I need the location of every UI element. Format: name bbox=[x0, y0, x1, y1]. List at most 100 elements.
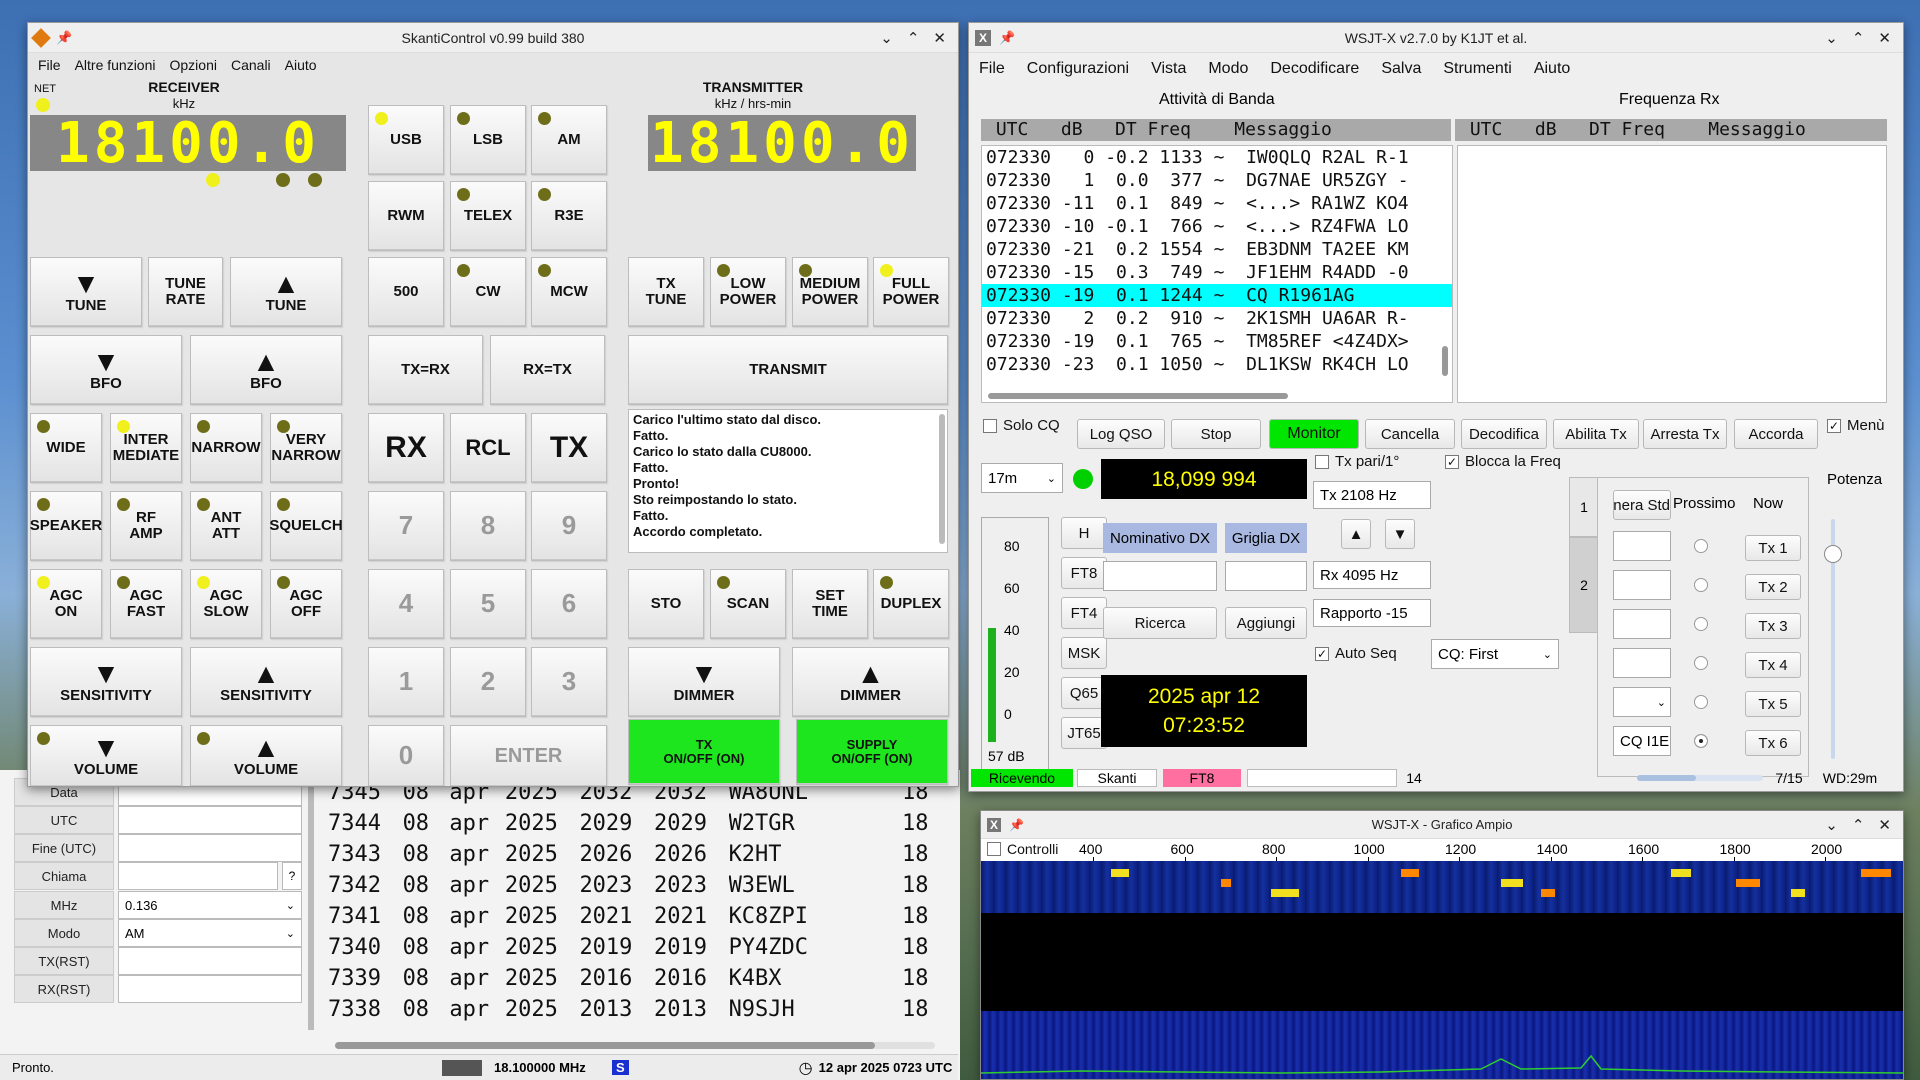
sensitivity-up-button[interactable]: ▲ SENSITIVITY bbox=[190, 647, 342, 717]
decode-row[interactable]: 072330 2 0.2 910 ~ 2K1SMH UA6AR R- bbox=[982, 307, 1452, 330]
decodifica-button[interactable]: Decodifica bbox=[1461, 419, 1547, 449]
pin-icon[interactable]: 📌 bbox=[1009, 818, 1024, 832]
field-input[interactable] bbox=[118, 975, 302, 1003]
tx-button[interactable]: TX bbox=[531, 413, 607, 483]
decode-row[interactable]: 072330 0 -0.2 1133 ~ IW0QLQ R2AL R-1 bbox=[982, 146, 1452, 169]
bfo-up-button[interactable]: ▲ BFO bbox=[190, 335, 342, 405]
table-row[interactable]: 7339 08 apr 2025 2016 2016 K4BX 18 bbox=[328, 966, 928, 997]
solo-cq-checkbox[interactable]: Solo CQ bbox=[983, 417, 1060, 434]
tx-now-button[interactable]: Tx 4 bbox=[1745, 652, 1801, 678]
horizontal-scrollbar[interactable] bbox=[335, 1042, 935, 1049]
duplex-button[interactable]: DUPLEX bbox=[873, 569, 949, 639]
maximize-icon[interactable]: ⌃ bbox=[907, 29, 920, 47]
next-radio[interactable] bbox=[1694, 578, 1708, 592]
chevron-down-icon[interactable]: ⌄ bbox=[286, 927, 295, 940]
set-time-button[interactable]: SET TIME bbox=[792, 569, 868, 639]
table-row[interactable]: 7344 08 apr 2025 2029 2029 W2TGR 18 bbox=[328, 811, 928, 842]
agc-fast-button[interactable]: AGC FAST bbox=[110, 569, 182, 639]
tune-rate-button[interactable]: TUNE RATE bbox=[148, 257, 223, 327]
griglia-dx-input[interactable] bbox=[1225, 561, 1307, 591]
horizontal-scrollbar[interactable] bbox=[988, 393, 1288, 399]
arrow-down-icon[interactable]: ▼ bbox=[1385, 519, 1415, 549]
menu-checkbox[interactable]: ✓ Menù bbox=[1827, 417, 1885, 434]
decode-row[interactable]: 072330 -10 -0.1 766 ~ <...> RZ4FWA LO bbox=[982, 215, 1452, 238]
stop-button[interactable]: Stop bbox=[1171, 419, 1261, 449]
filter-500-button[interactable]: 500 bbox=[368, 257, 444, 327]
next-radio[interactable] bbox=[1694, 695, 1708, 709]
volume-down-button[interactable]: ▼ VOLUME bbox=[30, 725, 182, 786]
very-narrow-button[interactable]: VERY NARROW bbox=[270, 413, 342, 483]
next-radio[interactable] bbox=[1694, 617, 1708, 631]
ricerca-button[interactable]: Ricerca bbox=[1103, 607, 1217, 639]
speaker-button[interactable]: SPEAKER bbox=[30, 491, 102, 561]
key-5[interactable]: 5 bbox=[450, 569, 526, 639]
squelch-button[interactable]: SQUELCH bbox=[269, 491, 343, 561]
tune-down-button[interactable]: ▼ TUNE bbox=[30, 257, 142, 327]
tx-message-input[interactable] bbox=[1613, 570, 1671, 600]
rf-amp-button[interactable]: RF AMP bbox=[110, 491, 182, 561]
genera-std-button[interactable]: Genera Std bbox=[1613, 490, 1671, 520]
am-button[interactable]: AM bbox=[531, 105, 607, 175]
tx-message-input[interactable]: ⌄ bbox=[1613, 687, 1671, 717]
rx-frequency-list[interactable] bbox=[1457, 145, 1887, 403]
cq-first-select[interactable]: CQ: First ⌄ bbox=[1431, 639, 1559, 669]
key-0[interactable]: 0 bbox=[368, 725, 444, 786]
agc-slow-button[interactable]: AGC SLOW bbox=[190, 569, 262, 639]
decode-row[interactable]: 072330 -15 0.3 749 ~ JF1EHM R4ADD -0 bbox=[982, 261, 1452, 284]
aggiungi-button[interactable]: Aggiungi bbox=[1225, 607, 1307, 639]
controlli-checkbox[interactable]: Controlli bbox=[987, 841, 1058, 857]
r3e-button[interactable]: R3E bbox=[531, 181, 607, 251]
tab-1[interactable]: 1 bbox=[1569, 477, 1599, 537]
vertical-scrollbar[interactable] bbox=[939, 414, 945, 544]
tx-now-button[interactable]: Tx 2 bbox=[1745, 574, 1801, 600]
splitter[interactable] bbox=[308, 780, 314, 1030]
supply-onoff-button[interactable]: SUPPLY ON/OFF (ON) bbox=[796, 719, 948, 785]
table-row[interactable]: 7338 08 apr 2025 2013 2013 N9SJH 18 bbox=[328, 997, 928, 1028]
band-activity-list[interactable]: 072330 0 -0.2 1133 ~ IW0QLQ R2AL R-1 0723… bbox=[981, 145, 1453, 403]
tx-now-button[interactable]: Tx 6 bbox=[1745, 730, 1801, 756]
mode-button[interactable]: FT4 bbox=[1061, 597, 1107, 629]
rwm-button[interactable]: RWM bbox=[368, 181, 444, 251]
tx-message-input[interactable] bbox=[1613, 531, 1671, 561]
bfo-down-button[interactable]: ▼ BFO bbox=[30, 335, 182, 405]
volume-up-button[interactable]: ▲ VOLUME bbox=[190, 725, 342, 786]
table-row[interactable]: 7341 08 apr 2025 2021 2021 KC8ZPI 18 bbox=[328, 904, 928, 935]
tx-now-button[interactable]: Tx 3 bbox=[1745, 613, 1801, 639]
waterfall[interactable] bbox=[981, 861, 1903, 913]
decode-row[interactable]: 072330 -19 0.1 1244 ~ CQ R1961AG bbox=[982, 284, 1452, 307]
scan-button[interactable]: SCAN bbox=[710, 569, 786, 639]
intermediate-button[interactable]: INTER MEDIATE bbox=[110, 413, 182, 483]
vertical-scrollbar[interactable] bbox=[1442, 346, 1448, 376]
decode-row[interactable]: 072330 1 0.0 377 ~ DG7NAE UR5ZGY - bbox=[982, 169, 1452, 192]
ant-att-button[interactable]: ANT ATT bbox=[190, 491, 262, 561]
lsb-button[interactable]: LSB bbox=[450, 105, 526, 175]
narrow-button[interactable]: NARROW bbox=[190, 413, 262, 483]
tx-onoff-button[interactable]: TX ON/OFF (ON) bbox=[628, 719, 780, 785]
enter-button[interactable]: ENTER bbox=[450, 725, 607, 786]
arresta-tx-button[interactable]: Arresta Tx bbox=[1643, 419, 1727, 449]
pin-icon[interactable]: 📌 bbox=[999, 30, 1015, 46]
mode-button[interactable]: FT8 bbox=[1061, 557, 1107, 589]
chevron-down-icon[interactable]: ⌄ bbox=[286, 899, 295, 912]
decode-row[interactable]: 072330 -21 0.2 1554 ~ EB3DNM TA2EE KM bbox=[982, 238, 1452, 261]
usb-button[interactable]: USB bbox=[368, 105, 444, 175]
minimize-icon[interactable]: ⌄ bbox=[1825, 816, 1838, 834]
key-3[interactable]: 3 bbox=[531, 647, 607, 717]
close-icon[interactable]: ✕ bbox=[1878, 29, 1891, 47]
mode-button[interactable]: MSK bbox=[1061, 637, 1107, 669]
telex-button[interactable]: TELEX bbox=[450, 181, 526, 251]
tx-eq-rx-button[interactable]: TX=RX bbox=[368, 335, 483, 405]
cancella-button[interactable]: Cancella bbox=[1365, 419, 1455, 449]
field-input[interactable] bbox=[118, 862, 278, 890]
accorda-button[interactable]: Accorda bbox=[1734, 419, 1818, 449]
tx-frequency-spinbox[interactable]: Tx 2108 Hz bbox=[1313, 481, 1431, 509]
sensitivity-down-button[interactable]: ▼ SENSITIVITY bbox=[30, 647, 182, 717]
maximize-icon[interactable]: ⌃ bbox=[1852, 816, 1865, 834]
key-9[interactable]: 9 bbox=[531, 491, 607, 561]
tx-message-input[interactable] bbox=[1613, 609, 1671, 639]
field-input[interactable]: 0.136 ⌄ bbox=[118, 891, 302, 919]
nominativo-dx-input[interactable] bbox=[1103, 561, 1217, 591]
sto-button[interactable]: STO bbox=[628, 569, 704, 639]
decode-row[interactable]: 072330 -11 0.1 849 ~ <...> RA1WZ KO4 bbox=[982, 192, 1452, 215]
close-icon[interactable]: ✕ bbox=[933, 29, 946, 47]
